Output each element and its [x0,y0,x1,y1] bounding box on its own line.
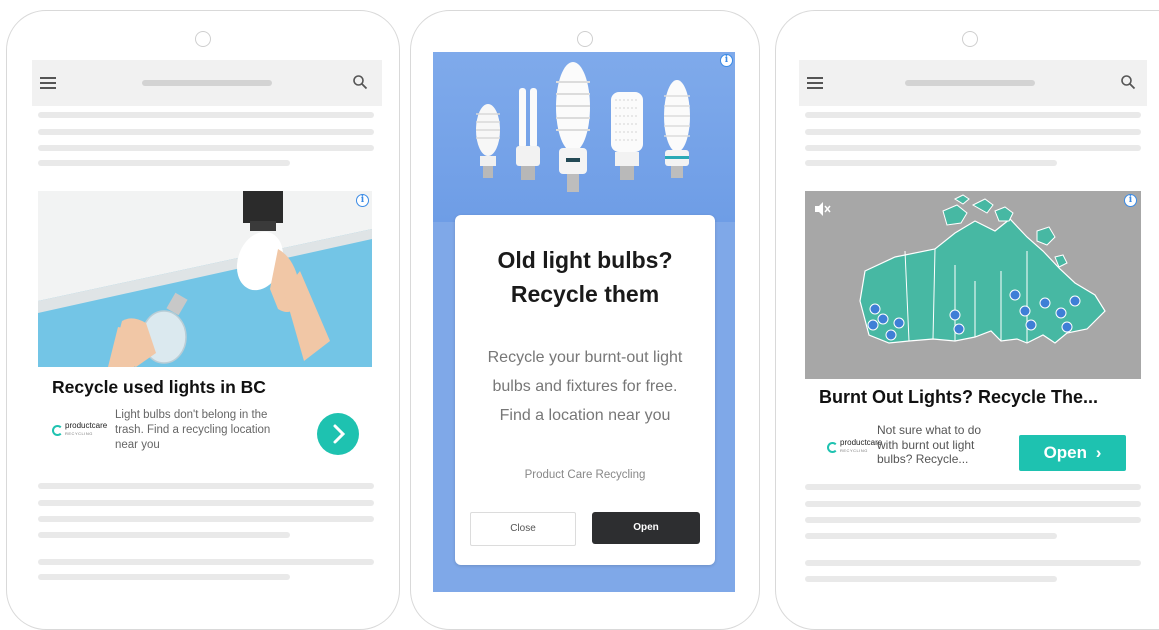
phone-mockup-middle: i Old light bulbs? Recycle them Recycle … [410,10,760,630]
ad-description: Light bulbs don't belong in the trash. F… [115,409,271,451]
open-button[interactable]: Open › [1019,435,1126,471]
content-placeholder-line [38,112,374,118]
browser-top-bar [32,60,382,106]
content-placeholder-line [38,145,374,151]
ad-headline[interactable]: Recycle used lights in BC [52,377,266,398]
content-placeholder-line [805,160,1057,166]
content-placeholder-line [805,501,1141,507]
ad-headline-line1[interactable]: Old light bulbs? [455,243,715,277]
ad-image-canada-map[interactable] [805,191,1141,379]
mute-icon[interactable] [813,201,831,217]
content-placeholder-line [38,500,374,506]
address-bar[interactable] [905,80,1035,86]
chevron-right-icon: › [1095,443,1102,462]
content-placeholder-line [38,559,374,565]
camera-icon [195,31,211,47]
ad-description: Not sure what to do with burnt out light… [877,423,982,466]
content-placeholder-line [805,533,1057,539]
logo-tag: RECYCLING [840,448,868,453]
content-placeholder-line [38,532,290,538]
search-icon[interactable] [352,74,368,90]
content-placeholder-line [805,129,1141,135]
ad-headline[interactable]: Burnt Out Lights? Recycle The... [819,387,1098,408]
search-icon[interactable] [1120,74,1136,90]
open-button-label: Open [1043,443,1088,462]
phone-mockup-right: i Burnt Out Lights? Recycle The... produ… [775,10,1159,630]
chevron-right-icon [333,424,346,444]
camera-icon [962,31,978,47]
logo-ring-icon [827,441,838,453]
camera-icon [577,31,593,47]
content-placeholder-line [805,145,1141,151]
close-button[interactable]: Close [470,512,576,546]
open-button[interactable]: Open [592,512,700,544]
content-placeholder-line [805,560,1141,566]
ad-info-icon[interactable]: i [356,194,369,207]
ad-content-card: Old light bulbs? Recycle them Recycle yo… [455,215,715,565]
ad-image-hands-light-bulb[interactable] [38,191,372,367]
advertiser-name: Product Care Recycling [524,469,646,481]
content-placeholder-line [38,483,374,489]
video-ad-card[interactable]: i Burnt Out Lights? Recycle The... produ… [805,191,1141,487]
browser-top-bar [799,60,1147,106]
content-placeholder-line [805,484,1141,490]
content-placeholder-line [38,160,290,166]
content-placeholder-line [805,576,1057,582]
logo-name: productcare [65,421,108,430]
content-placeholder-line [38,129,374,135]
logo-name: productcare [840,438,883,447]
content-placeholder-line [805,517,1141,523]
logo-ring-icon [52,424,63,436]
ad-info-icon[interactable]: i [720,54,733,67]
native-ad-card[interactable]: i Recycle used lights in BC productcare R… [38,191,372,479]
interstitial-ad[interactable]: i Old light bulbs? Recycle them Recycle … [433,52,735,592]
logo-tag: RECYCLING [65,431,93,436]
advertiser-logo: productcare RECYCLING [52,422,107,438]
advertiser-logo: productcare RECYCLING [827,439,882,455]
content-placeholder-line [38,574,290,580]
ad-info-icon[interactable]: i [1124,194,1137,207]
phone-mockup-left: i Recycle used lights in BC productcare R… [6,10,400,630]
ad-image-light-bulbs[interactable] [433,52,735,222]
hamburger-menu-icon[interactable] [807,77,823,89]
content-placeholder-line [805,112,1141,118]
ad-description: Recycle your burnt-out light bulbs and f… [487,349,683,424]
content-placeholder-line [38,516,374,522]
address-bar[interactable] [142,80,272,86]
ad-headline-line2[interactable]: Recycle them [455,277,715,311]
next-arrow-button[interactable] [317,413,359,455]
hamburger-menu-icon[interactable] [40,77,56,89]
